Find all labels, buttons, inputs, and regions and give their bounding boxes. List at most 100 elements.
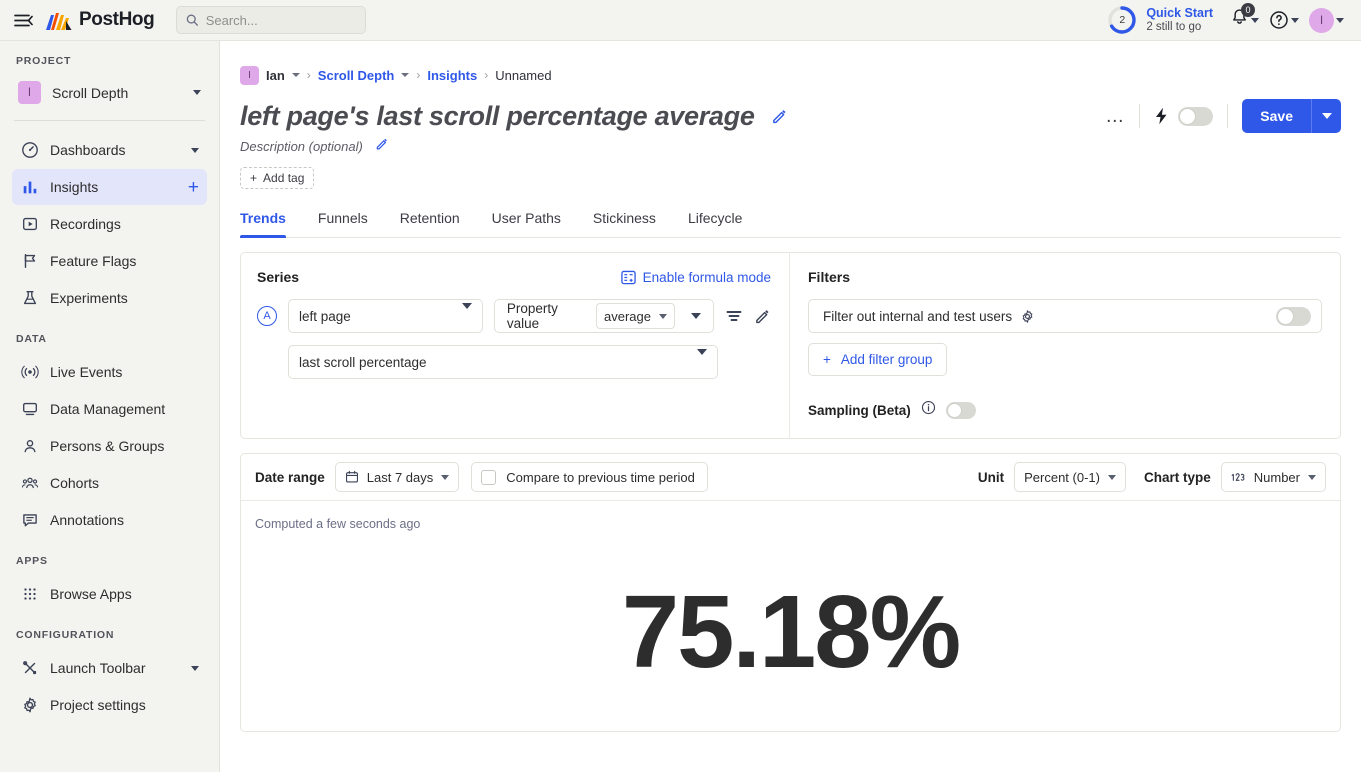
enable-formula-mode-link[interactable]: Enable formula mode [621, 270, 771, 285]
sampling-toggle[interactable] [946, 402, 976, 419]
chart-type-value: Number [1254, 470, 1300, 485]
tab-retention[interactable]: Retention [400, 205, 460, 237]
sidebar-item-recordings[interactable]: Recordings [12, 206, 207, 242]
tab-user-paths[interactable]: User Paths [492, 205, 561, 237]
flask-icon [20, 289, 39, 308]
quick-start-title: Quick Start [1146, 6, 1213, 20]
chevron-down-icon [659, 314, 667, 319]
sidebar-divider [14, 120, 205, 121]
main-content: I Ian › Scroll Depth › Insights › Unname… [220, 41, 1361, 772]
quick-start-widget[interactable]: 2 Quick Start 2 still to go [1107, 5, 1223, 35]
property-select[interactable]: last scroll percentage [288, 345, 718, 379]
math-value-select[interactable]: average [596, 303, 675, 329]
series-filter-icon[interactable] [725, 307, 743, 325]
sidebar-item-insights[interactable]: Insights + [12, 169, 207, 205]
gear-icon[interactable] [1020, 309, 1035, 324]
breadcrumb-section[interactable]: Insights [427, 68, 477, 83]
sidebar-item-persons-groups[interactable]: Persons & Groups [12, 428, 207, 464]
unit-value: Percent (0-1) [1024, 470, 1100, 485]
sidebar-item-label: Launch Toolbar [50, 660, 145, 676]
sidebar-item-project-settings[interactable]: Project settings [12, 687, 207, 723]
add-tag-button[interactable]: + Add tag [240, 167, 314, 189]
chevron-down-icon [1251, 18, 1259, 23]
brand-name: PostHog [79, 9, 154, 31]
internal-users-toggle[interactable] [1276, 307, 1311, 326]
quick-start-progress-ring: 2 [1107, 5, 1137, 35]
sidebar-item-label: Persons & Groups [50, 438, 164, 454]
filters-title: Filters [808, 269, 850, 285]
result-toolbar-right: Unit Percent (0-1) Chart type [978, 462, 1326, 492]
insight-editor-card: Series Enable formula mo [240, 252, 1341, 439]
breadcrumb-project[interactable]: Scroll Depth [318, 68, 395, 83]
event-select-value: left page [299, 309, 351, 324]
edit-title-icon[interactable] [771, 108, 788, 125]
chevron-down-icon[interactable] [401, 73, 409, 77]
series-rename-icon[interactable] [754, 308, 771, 325]
math-type-label[interactable]: Property value [507, 301, 588, 331]
new-insight-button[interactable]: + [188, 178, 199, 197]
chevron-down-icon [687, 355, 707, 370]
insight-header: left page's last scroll percentage avera… [240, 99, 1341, 133]
sidebar-item-annotations[interactable]: Annotations [12, 502, 207, 538]
save-dropdown-button[interactable] [1311, 99, 1341, 133]
add-filter-group-button[interactable]: + Add filter group [808, 343, 947, 376]
global-search[interactable] [176, 6, 366, 34]
tab-stickiness[interactable]: Stickiness [593, 205, 656, 237]
filters-pane: Filters Filter out internal and test use… [789, 253, 1340, 438]
sidebar-item-label: Data Management [50, 401, 165, 417]
big-number-display: 75.18% [241, 531, 1340, 731]
description-placeholder: Description (optional) [240, 139, 363, 154]
tab-funnels[interactable]: Funnels [318, 205, 368, 237]
sidebar-item-label: Feature Flags [50, 253, 136, 269]
tab-lifecycle[interactable]: Lifecycle [688, 205, 742, 237]
chevron-down-icon[interactable] [191, 666, 199, 671]
chart-type-select[interactable]: Number [1221, 462, 1326, 492]
sidebar-item-experiments[interactable]: Experiments [12, 280, 207, 316]
sidebar-collapse-icon[interactable] [10, 7, 36, 33]
sidebar-item-label: Experiments [50, 290, 128, 306]
toolbar-toggle[interactable] [1178, 107, 1213, 126]
plus-icon: + [250, 171, 257, 185]
info-icon[interactable] [921, 400, 936, 420]
sidebar-item-dashboards[interactable]: Dashboards [12, 132, 207, 168]
play-box-icon [20, 215, 39, 234]
sidebar-item-feature-flags[interactable]: Feature Flags [12, 243, 207, 279]
search-input[interactable] [206, 13, 357, 28]
date-range-select[interactable]: Last 7 days [335, 462, 460, 492]
save-button[interactable]: Save [1242, 99, 1311, 133]
account-menu-button[interactable]: I [1306, 4, 1347, 37]
sidebar-item-live-events[interactable]: Live Events [12, 354, 207, 390]
chevron-down-icon [1308, 475, 1316, 480]
notifications-badge: 0 [1241, 3, 1255, 17]
edit-description-icon[interactable] [375, 137, 389, 156]
breadcrumb-org[interactable]: Ian [266, 68, 285, 83]
help-button[interactable] [1266, 6, 1302, 34]
project-switcher[interactable]: I Scroll Depth [12, 76, 207, 109]
sidebar-item-cohorts[interactable]: Cohorts [12, 465, 207, 501]
sidebar-item-data-management[interactable]: Data Management [12, 391, 207, 427]
chevron-down-icon[interactable] [292, 73, 300, 77]
chevron-down-icon [441, 475, 449, 480]
property-select-value: last scroll percentage [299, 355, 427, 370]
sidebar-item-browse-apps[interactable]: Browse Apps [12, 576, 207, 612]
app-body: PROJECT I Scroll Depth Dashboards [0, 41, 1361, 772]
sidebar-item-launch-toolbar[interactable]: Launch Toolbar [12, 650, 207, 686]
more-actions-button[interactable]: … [1091, 107, 1139, 126]
grid-dots-icon [20, 585, 39, 604]
question-circle-icon [1269, 10, 1289, 30]
top-navigation-bar: PostHog 2 Quick Start 2 sti [0, 0, 1361, 41]
breadcrumb-separator: › [307, 68, 311, 82]
unit-select[interactable]: Percent (0-1) [1014, 462, 1126, 492]
sidebar-item-label: Dashboards [50, 142, 126, 158]
chevron-down-icon[interactable] [191, 148, 199, 153]
math-group-dropdown[interactable] [683, 313, 705, 319]
internal-users-label: Filter out internal and test users [823, 309, 1012, 324]
notifications-button[interactable]: 0 [1227, 4, 1262, 36]
compare-previous-period-checkbox[interactable]: Compare to previous time period [471, 462, 708, 492]
lightning-bolt-icon [1154, 107, 1169, 125]
posthog-logo[interactable]: PostHog [46, 9, 154, 31]
tab-trends[interactable]: Trends [240, 205, 286, 237]
sidebar-item-label: Live Events [50, 364, 122, 380]
event-select[interactable]: left page [288, 299, 483, 333]
divider [1227, 104, 1228, 128]
